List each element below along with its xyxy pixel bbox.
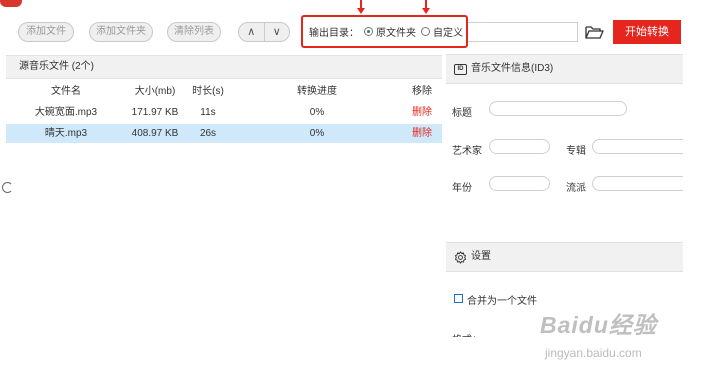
genre-label: 流派 bbox=[566, 183, 586, 194]
output-dir-label: 输出目录： bbox=[309, 28, 359, 39]
column-header-remove[interactable]: 移除 bbox=[402, 82, 442, 101]
baidu-watermark: Baidu经验 bbox=[540, 312, 657, 338]
source-files-header: 源音乐文件 (2个) bbox=[6, 55, 442, 79]
merge-files-checkbox[interactable] bbox=[454, 294, 463, 303]
year-label: 年份 bbox=[452, 183, 472, 194]
column-header-duration[interactable]: 时长(s) bbox=[184, 82, 232, 101]
add-file-button[interactable]: 添加文件 bbox=[18, 22, 74, 42]
title-label: 标题 bbox=[452, 108, 472, 119]
merge-files-label[interactable]: 合并为一个文件 bbox=[467, 292, 537, 307]
file-name: 大碗宽面.mp3 bbox=[34, 107, 98, 118]
loading-spinner-icon bbox=[2, 182, 13, 193]
gear-icon bbox=[454, 250, 467, 264]
reorder-buttons: ∧ ∨ bbox=[238, 22, 290, 42]
file-size: 171.97 KB bbox=[131, 107, 179, 118]
column-header-name[interactable]: 文件名 bbox=[6, 82, 126, 101]
folder-open-icon[interactable] bbox=[583, 22, 605, 42]
genre-field[interactable] bbox=[592, 176, 683, 191]
album-field[interactable] bbox=[592, 139, 683, 154]
delete-link[interactable]: 删除 bbox=[402, 124, 442, 143]
id3-panel-title: 音乐文件信息(ID3) bbox=[471, 63, 554, 74]
move-down-button[interactable]: ∨ bbox=[265, 23, 290, 41]
title-field[interactable] bbox=[489, 101, 627, 116]
start-convert-button[interactable]: 开始转换 bbox=[613, 20, 681, 44]
column-header-size[interactable]: 大小(mb) bbox=[126, 82, 184, 101]
album-label: 专辑 bbox=[566, 146, 586, 157]
file-name: 晴天.mp3 bbox=[44, 128, 88, 139]
toolbar: 添加文件 添加文件夹 清除列表 ∧ ∨ 输出目录： 原文件夹 自定义 开始转换 bbox=[0, 14, 690, 50]
artist-field[interactable] bbox=[489, 139, 550, 154]
table-row[interactable]: 晴天.mp3 408.97 KB 26s 0% 删除 bbox=[6, 124, 442, 143]
radio-custom-folder[interactable] bbox=[421, 27, 430, 36]
add-folder-button[interactable]: 添加文件夹 bbox=[89, 22, 153, 42]
artist-label: 艺术家 bbox=[452, 146, 482, 157]
table-row[interactable]: 大碗宽面.mp3 171.97 KB 11s 0% 删除 bbox=[6, 103, 442, 122]
output-path-input[interactable] bbox=[468, 22, 578, 42]
file-progress: 0% bbox=[309, 128, 325, 139]
year-field[interactable] bbox=[489, 176, 550, 191]
file-size: 408.97 KB bbox=[131, 128, 179, 139]
baidu-watermark-url: jingyan.baidu.com bbox=[545, 346, 642, 360]
file-progress: 0% bbox=[309, 107, 325, 118]
column-header-progress[interactable]: 转换进度 bbox=[232, 82, 402, 101]
file-table-header: 文件名 大小(mb) 时长(s) 转换进度 移除 bbox=[6, 82, 442, 101]
app-logo bbox=[0, 0, 22, 7]
id3-icon: ID bbox=[454, 63, 467, 75]
file-duration: 26s bbox=[199, 128, 217, 139]
file-duration: 11s bbox=[200, 107, 216, 118]
id3-panel-header: ID 音乐文件信息(ID3) bbox=[446, 54, 683, 84]
radio-custom-folder-label[interactable]: 自定义 bbox=[433, 24, 463, 39]
move-up-button[interactable]: ∧ bbox=[239, 23, 265, 41]
delete-link[interactable]: 删除 bbox=[402, 103, 442, 122]
settings-panel-title: 设置 bbox=[471, 251, 491, 262]
format-label: 格式： bbox=[452, 331, 482, 337]
output-directory-group: 输出目录： 原文件夹 自定义 bbox=[301, 15, 468, 48]
radio-original-folder-label[interactable]: 原文件夹 bbox=[376, 24, 416, 39]
settings-panel-header: 设置 bbox=[446, 242, 683, 272]
radio-original-folder[interactable] bbox=[364, 27, 373, 36]
clear-list-button[interactable]: 清除列表 bbox=[167, 22, 221, 42]
